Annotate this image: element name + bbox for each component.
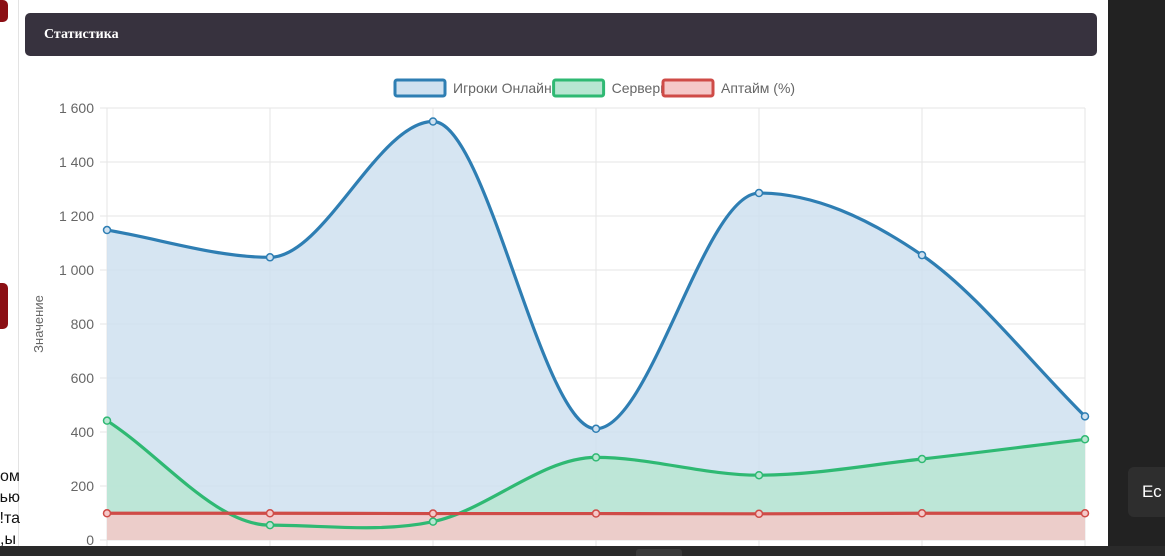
right-button-label: Ес	[1142, 482, 1162, 501]
data-point	[428, 509, 438, 518]
data-point	[102, 509, 112, 518]
legend-swatch	[393, 78, 447, 98]
data-point	[1080, 412, 1090, 421]
data-point	[1080, 509, 1090, 518]
data-point	[265, 509, 275, 518]
y-tick-label: 400	[71, 424, 95, 440]
bottom-bar	[0, 546, 1165, 556]
bottom-bar-handle[interactable]	[636, 549, 682, 556]
data-point	[754, 470, 764, 480]
y-tick-label: 1 400	[59, 154, 94, 170]
data-point	[1080, 435, 1090, 444]
data-point	[754, 509, 764, 519]
y-tick-label: 1 600	[59, 100, 94, 116]
legend-swatch	[552, 78, 606, 98]
y-tick-label: 0	[86, 532, 94, 546]
right-floating-button[interactable]: Ес	[1128, 467, 1165, 517]
legend-swatch	[661, 78, 715, 98]
y-tick-label: 1 200	[59, 208, 94, 224]
data-point	[754, 188, 764, 198]
data-point	[265, 520, 275, 530]
data-point	[917, 454, 927, 464]
statistics-chart: 0 200 400 600 800 1 000 1 200 1 400 1 600 Значени…	[31, 78, 1090, 546]
y-tick-label: 1 000	[59, 262, 94, 278]
y-tick-label: 800	[71, 316, 95, 332]
data-point	[102, 416, 112, 425]
y-tick-label: 200	[71, 478, 95, 494]
data-point	[591, 453, 601, 462]
legend-label: Игроки Онлайн	[453, 80, 552, 96]
data-point	[428, 117, 438, 126]
data-point	[265, 253, 275, 262]
legend-label: Серверы	[612, 80, 671, 96]
data-point	[917, 250, 927, 260]
right-dark-panel	[1108, 0, 1165, 548]
data-point	[428, 517, 438, 526]
data-point	[591, 509, 601, 518]
data-point	[102, 225, 112, 235]
y-tick-label: 600	[71, 370, 95, 386]
y-axis-label: Значение	[31, 295, 46, 353]
data-point	[917, 509, 927, 518]
legend-label: Аптайм (%)	[721, 80, 795, 96]
data-point	[591, 424, 601, 434]
